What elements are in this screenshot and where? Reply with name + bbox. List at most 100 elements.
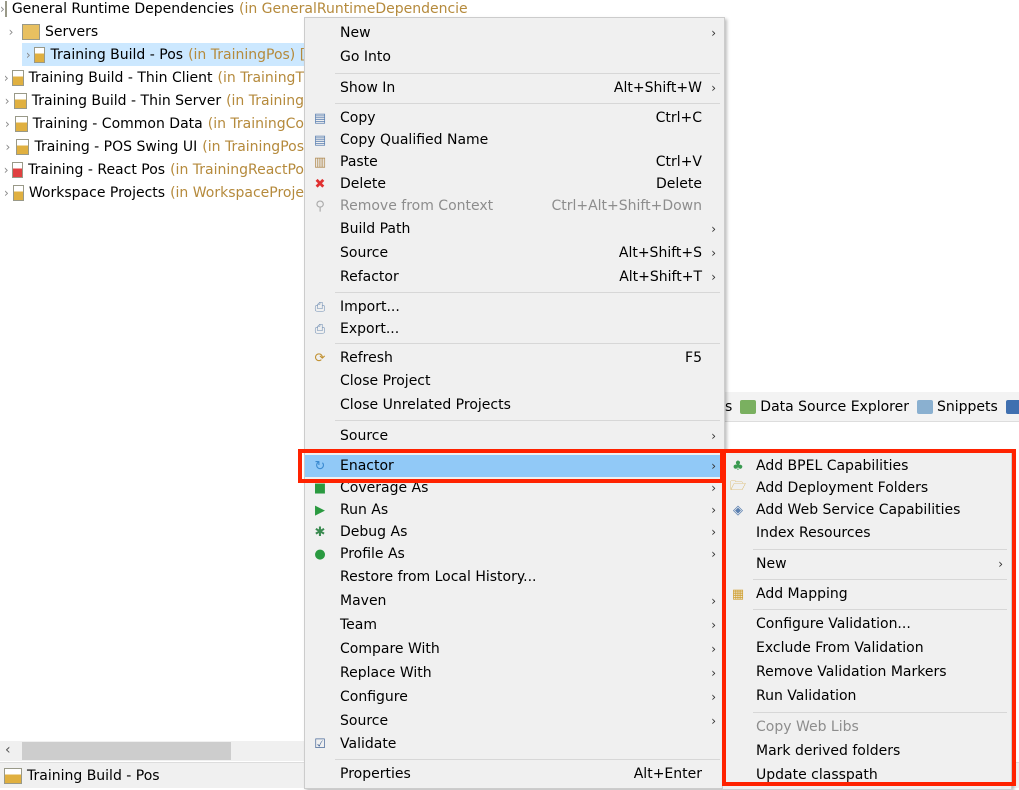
tree-item-decoration: (in TrainingT [217,69,304,86]
chevron-right-icon: › [711,666,716,680]
tree-item[interactable]: › Training Build - Thin Client (in Trainin… [0,66,304,89]
menu-item-import[interactable]: ⎙ Import... [305,296,724,318]
tree-item-label: Training - Common Data [32,115,203,132]
tree-item-label: Training - React Pos [28,161,166,178]
menu-item-label: Build Path [340,221,411,237]
tree-item[interactable]: › Training Build - Pos (in TrainingPos) [T… [22,43,326,66]
expand-chevron-icon[interactable]: › [0,71,12,85]
menu-item-replace-with[interactable]: Replace With › [305,662,724,684]
menu-item-source[interactable]: Source › [305,425,724,447]
expand-chevron-icon[interactable]: › [22,48,34,62]
tree-item[interactable]: › Training - React Pos (in TrainingReactPo [0,158,304,181]
chevron-right-icon: › [711,81,716,95]
menu-item-shortcut: Ctrl+C [655,110,702,126]
menu-item-shortcut: F5 [685,350,702,366]
expand-chevron-icon[interactable]: › [0,25,22,39]
menu-item-close-project[interactable]: Close Project [305,370,724,392]
menu-item-label: Source [340,713,389,729]
menu-item-run-as[interactable]: ▶ Run As › [305,499,724,521]
expand-chevron-icon[interactable]: › [0,140,16,154]
view-tab-data-source-explorer[interactable]: Data Source Explorer [740,399,909,415]
view-tab-snippets[interactable]: Snippets [917,399,998,415]
view-tab-s[interactable]: s [725,399,732,415]
folder-icon [22,23,40,40]
menu-item-go-into[interactable]: Go Into [305,46,724,68]
menu-item-compare-with[interactable]: Compare With › [305,638,724,660]
menu-item-validate[interactable]: ☑ Validate [305,733,724,755]
menu-item-source[interactable]: Source › [305,710,724,732]
menu-item-shortcut: Alt+Enter [633,766,702,782]
menu-item-label: Refresh [340,350,393,366]
menu-item-label: Delete [340,176,386,192]
menu-item-source[interactable]: Source Alt+Shift+S › [305,242,724,264]
menu-item-restore-from-local-history[interactable]: Restore from Local History... [305,566,724,588]
menu-item-new[interactable]: New › [305,22,724,44]
tree-item-label: General Runtime Dependencies [11,0,234,17]
menu-item-shortcut: Alt+Shift+T [619,269,702,285]
menu-item-profile-as[interactable]: ● Profile As › [305,543,724,565]
export-icon: ⎙ [314,321,326,337]
chevron-right-icon: › [711,429,716,443]
menu-item-shortcut: Ctrl+Alt+Shift+Down [551,198,702,214]
menu-item-label: Show In [340,80,396,96]
chevron-right-icon: › [711,714,716,728]
expand-chevron-icon[interactable]: › [0,186,13,200]
annotation-box-submenu [722,449,1016,786]
scroll-left-icon[interactable]: ‹ [5,742,11,758]
menu-item-label: Close Unrelated Projects [340,397,511,413]
menu-item-copy[interactable]: ▤ Copy Ctrl+C [305,107,724,129]
menu-item-maven[interactable]: Maven › [305,590,724,612]
tree-item[interactable]: › Training Build - Thin Server (in Trainin… [0,89,304,112]
project-icon [4,0,7,17]
menu-item-debug-as[interactable]: ✱ Debug As › [305,521,724,543]
menu-item-refresh[interactable]: ⟳ Refresh F5 [305,347,724,369]
chevron-right-icon: › [711,642,716,656]
checkbox-checked-icon: ☑ [314,736,326,752]
profile-icon: ● [314,546,326,562]
tree-item-label: Training - POS Swing UI [34,138,198,155]
menu-item-build-path[interactable]: Build Path › [305,218,724,240]
expand-chevron-icon[interactable]: › [0,94,14,108]
tree-item[interactable]: › Training - Common Data (in TrainingCo [0,112,304,135]
menu-item-paste[interactable]: ▥ Paste Ctrl+V [305,151,724,173]
menu-item-properties[interactable]: Properties Alt+Enter [305,763,724,785]
scrollbar-thumb[interactable] [22,742,231,760]
maven-project-icon [12,69,24,86]
tree-item-decoration: (in GeneralRuntimeDependencie [239,0,468,17]
expand-chevron-icon[interactable]: › [0,163,12,177]
menu-item-team[interactable]: Team › [305,614,724,636]
menu-item-label: Copy [340,110,376,126]
tree-item[interactable]: › General Runtime Dependencies (in General… [0,0,468,20]
menu-item-refactor[interactable]: Refactor Alt+Shift+T › [305,266,724,288]
tree-item[interactable]: › Servers [0,20,304,43]
menu-item-label: Refactor [340,269,399,285]
tree-item-label: Training Build - Thin Client [28,69,213,86]
tree-item-decoration: (in TrainingCo [207,115,304,132]
terminal-icon [1005,399,1019,414]
menu-item-remove-from-context[interactable]: ⚲ Remove from Context Ctrl+Alt+Shift+Down [305,195,724,217]
tree-item-label: Training Build - Pos [50,46,184,63]
expand-chevron-icon[interactable]: › [0,117,15,131]
copy-qualified-name-icon: ▤ [313,132,327,148]
menu-item-label: Restore from Local History... [340,569,537,585]
menu-item-copy-qualified-name[interactable]: ▤ Copy Qualified Name [305,129,724,151]
tree-item-label: Training Build - Thin Server [31,92,222,109]
menu-separator [335,759,720,760]
menu-item-configure[interactable]: Configure › [305,686,724,708]
maven-project-icon [34,46,46,63]
menu-item-close-unrelated-projects[interactable]: Close Unrelated Projects [305,394,724,416]
menu-item-delete[interactable]: ✖ Delete Delete [305,173,724,195]
menu-item-show-in[interactable]: Show In Alt+Shift+W › [305,77,724,99]
view-tab-bar: s Data Source Explorer Snippets T [725,392,1019,422]
tree-item[interactable]: › Training - POS Swing UI (in TrainingPos [0,135,304,158]
view-tab-t[interactable]: T [1005,399,1019,415]
menu-separator [335,292,720,293]
menu-item-export[interactable]: ⎙ Export... [305,318,724,340]
chevron-right-icon: › [711,547,716,561]
menu-item-label: Export... [340,321,400,337]
menu-item-label: Properties [340,766,411,782]
tree-item[interactable]: › Workspace Projects (in WorkspaceProje [0,181,304,204]
run-icon: ▶ [315,502,325,518]
delete-icon: ✖ [314,176,326,192]
horizontal-scrollbar[interactable]: ‹ [0,741,304,761]
